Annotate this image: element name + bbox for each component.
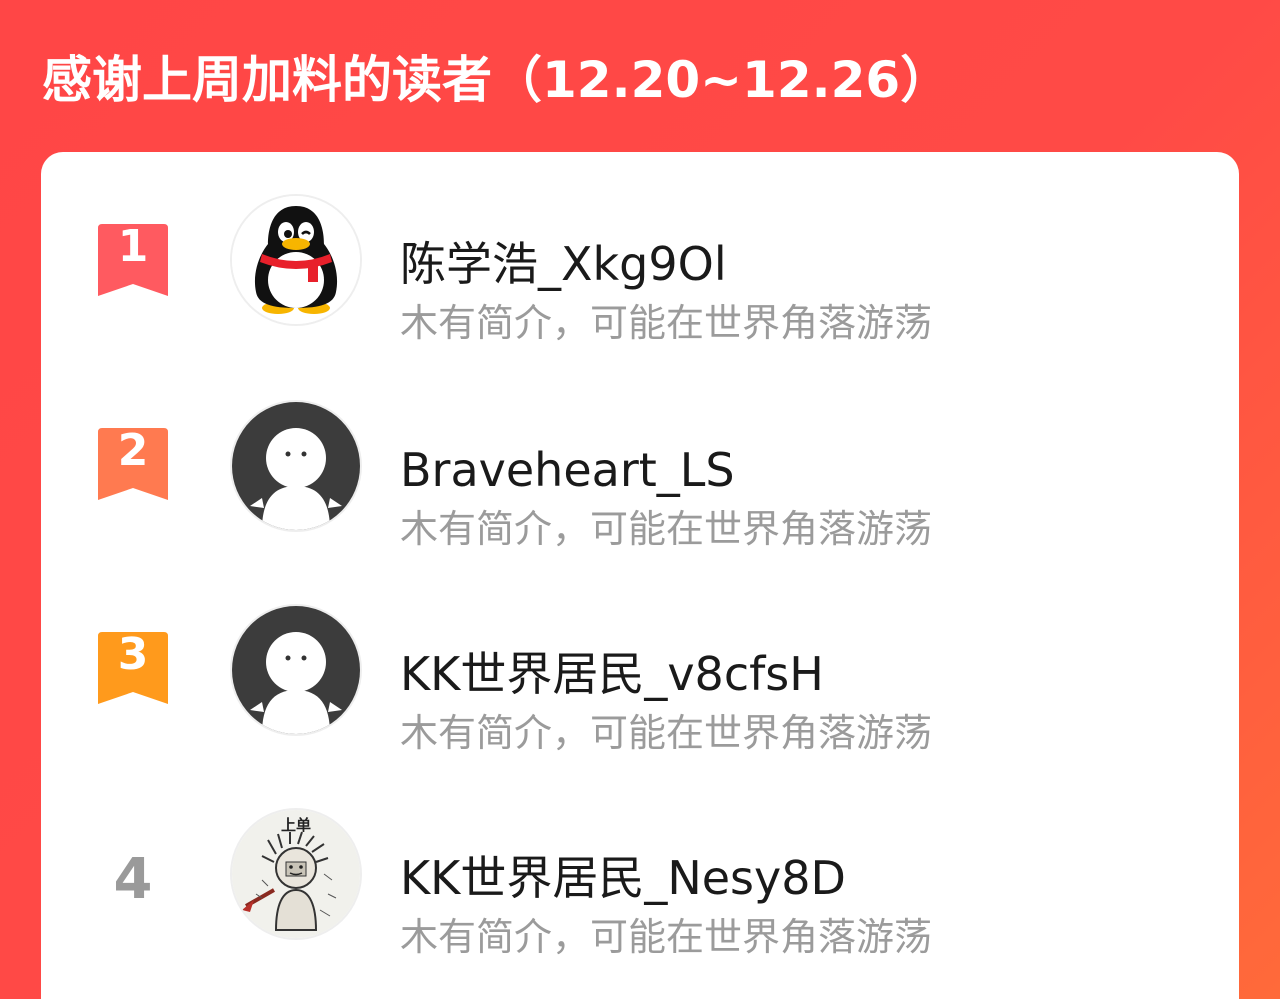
rank-badge-2: 2 bbox=[98, 428, 168, 500]
reader-bio: 木有简介，可能在世界角落游荡 bbox=[400, 507, 933, 551]
page: 感谢上周加料的读者（12.20~12.26） 1 陈学浩_Xkg9Ol 木有简介… bbox=[0, 0, 1280, 999]
penguin-avatar-icon bbox=[232, 196, 360, 324]
reader-row-4[interactable]: 4 上单 KK世界居民_Nesy8D 木有简介，可能在世界角落游荡 bbox=[41, 806, 1239, 959]
reader-row-3[interactable]: 3 KK世界居民_v8cfsH 木有简介，可能在世界角落游荡 bbox=[41, 602, 1239, 755]
rank-number: 3 bbox=[117, 629, 149, 680]
avatar[interactable]: 上单 bbox=[230, 808, 362, 940]
reader-bio: 木有简介，可能在世界角落游荡 bbox=[400, 915, 933, 959]
reader-name[interactable]: KK世界居民_Nesy8D bbox=[400, 846, 846, 910]
avatar-caption: 上单 bbox=[281, 816, 311, 834]
reader-name[interactable]: 陈学浩_Xkg9Ol bbox=[400, 232, 727, 296]
rank-badge-1: 1 bbox=[98, 224, 168, 296]
avatar[interactable] bbox=[230, 604, 362, 736]
rank-badge-3: 3 bbox=[98, 632, 168, 704]
reader-row-2[interactable]: 2 Braveheart_LS 木有简介，可能在世界角落游荡 bbox=[41, 398, 1239, 551]
rank-number: 1 bbox=[117, 221, 149, 272]
default-user-avatar-icon bbox=[232, 402, 360, 530]
rank-number: 4 bbox=[113, 847, 153, 912]
reader-bio: 木有简介，可能在世界角落游荡 bbox=[400, 711, 933, 755]
rank-number: 2 bbox=[117, 425, 149, 476]
reader-row-1[interactable]: 1 陈学浩_Xkg9Ol 木有简介，可能在世界角落游荡 bbox=[41, 192, 1239, 345]
page-title: 感谢上周加料的读者（12.20~12.26） bbox=[42, 51, 951, 109]
readers-card: 1 陈学浩_Xkg9Ol 木有简介，可能在世界角落游荡 2 Braveheart… bbox=[41, 152, 1239, 999]
avatar[interactable] bbox=[230, 400, 362, 532]
avatar[interactable] bbox=[230, 194, 362, 326]
reader-name[interactable]: KK世界居民_v8cfsH bbox=[400, 642, 824, 706]
reader-bio: 木有简介，可能在世界角落游荡 bbox=[400, 301, 933, 345]
reader-name[interactable]: Braveheart_LS bbox=[400, 438, 735, 502]
default-user-avatar-icon bbox=[232, 606, 360, 734]
sketch-drawing-avatar: 上单 bbox=[232, 810, 360, 938]
